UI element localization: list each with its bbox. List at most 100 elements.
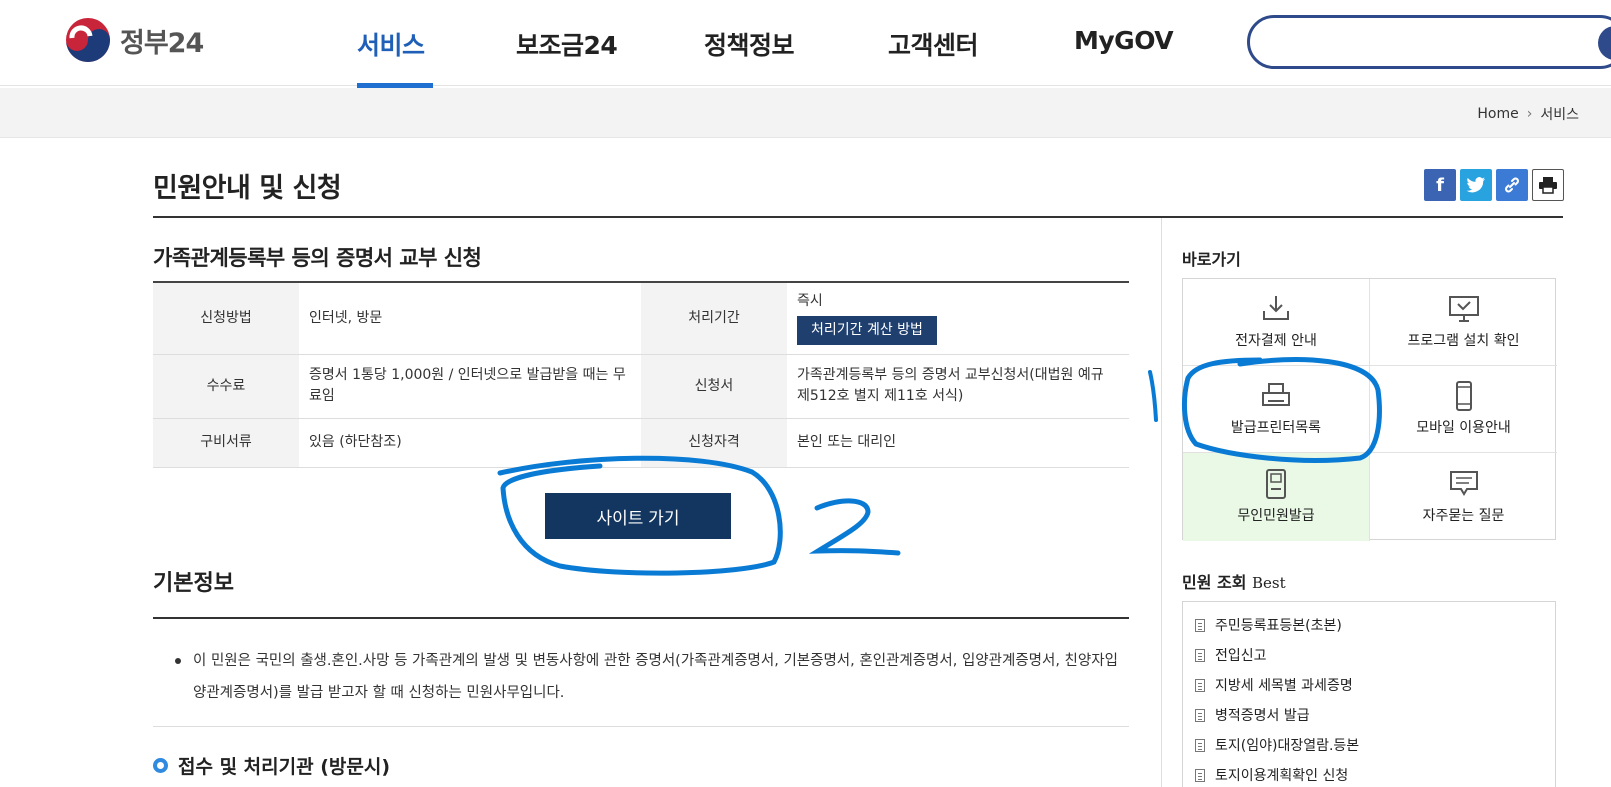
qualification-label: 신청자격 [641, 418, 787, 468]
basic-info-title: 기본정보 [153, 571, 234, 596]
service-info-table: 신청방법 인터넷, 방문 처리기간 즉시 처리기간 계산 방법 수수료 증명서 … [153, 281, 1129, 468]
basic-info-text: 이 민원은 국민의 출생.혼인.사망 등 가족관계의 발생 및 변동사항에 관한… [175, 645, 1125, 709]
chain-link-icon [1505, 177, 1519, 193]
quick-label: 모바일 이용안내 [1416, 420, 1511, 436]
best-title-en: Best [1252, 574, 1286, 592]
best-item-label: 전입신고 [1215, 648, 1267, 664]
quick-kiosk[interactable]: 무인민원발급 [1183, 453, 1370, 541]
breadcrumb-bar: Home › 서비스 [0, 88, 1611, 138]
table-row: 신청방법 인터넷, 방문 처리기간 즉시 처리기간 계산 방법 [153, 282, 1129, 355]
list-item[interactable]: 토지이용계획확인 신청 [1195, 760, 1543, 787]
period-label: 처리기간 [641, 282, 787, 355]
sidebar-divider [1161, 218, 1162, 787]
mobile-icon [1455, 381, 1472, 411]
section-divider [153, 726, 1129, 727]
document-icon [1195, 678, 1205, 692]
list-item[interactable]: 주민등록표등본(초본) [1195, 610, 1543, 640]
table-row: 수수료 증명서 1통당 1,000원 / 인터넷으로 발급받을 때는 무료임 신… [153, 354, 1129, 419]
global-header: 정부24 서비스 보조금24 정책정보 고객센터 MyGOV [0, 0, 1611, 88]
table-row: 구비서류 있음 (하단참조) 신청자격 본인 또는 대리인 [153, 418, 1129, 468]
site-logo[interactable]: 정부24 [64, 16, 204, 64]
best-item-label: 병적증명서 발급 [1215, 708, 1310, 724]
period-cell: 즉시 처리기간 계산 방법 [787, 282, 1129, 355]
fee-label: 수수료 [153, 354, 299, 419]
fee-value: 증명서 1통당 1,000원 / 인터넷으로 발급받을 때는 무료임 [299, 354, 641, 419]
menu-service[interactable]: 서비스 [357, 26, 425, 62]
menu-subsidy[interactable]: 보조금24 [516, 26, 618, 62]
link-icon[interactable] [1496, 169, 1528, 201]
quick-printer-list[interactable]: 발급프린터목록 [1183, 366, 1370, 453]
go-to-site-button[interactable]: 사이트 가기 [545, 493, 731, 539]
monitor-icon [1448, 296, 1479, 322]
quick-label: 자주묻는 질문 [1422, 508, 1505, 524]
basic-info-divider [153, 617, 1129, 619]
quick-program-check[interactable]: 프로그램 설치 확인 [1370, 279, 1557, 366]
best-item-label: 지방세 세목별 과세증명 [1215, 678, 1353, 694]
document-icon [1195, 708, 1205, 722]
method-label: 신청방법 [153, 282, 299, 355]
chevron-right-icon: › [1526, 106, 1533, 122]
facebook-icon[interactable]: f [1424, 169, 1456, 201]
document-icon [1195, 618, 1205, 632]
circle-bullet-icon [153, 758, 168, 773]
annotation-mark-2 [808, 498, 901, 556]
page-title: 민원안내 및 신청 [153, 173, 342, 204]
print-icon[interactable] [1532, 169, 1564, 201]
quick-label: 전자결제 안내 [1235, 333, 1317, 349]
annotation-mark-1 [1148, 370, 1158, 422]
twitter-bird-icon [1466, 177, 1485, 193]
menu-policy[interactable]: 정책정보 [704, 26, 795, 62]
logo-text: 정부24 [120, 27, 204, 59]
form-label: 신청서 [641, 354, 787, 419]
title-divider [153, 216, 1563, 218]
kiosk-icon [1266, 469, 1286, 499]
document-icon [1195, 648, 1205, 662]
chat-icon [1449, 471, 1478, 496]
share-buttons: f [1424, 169, 1564, 201]
list-item[interactable]: 전입신고 [1195, 640, 1543, 670]
best-list: 주민등록표등본(초본) 전입신고 지방세 세목별 과세증명 병적증명서 발급 토… [1182, 601, 1556, 787]
quick-links-title: 바로가기 [1182, 250, 1241, 269]
quick-faq[interactable]: 자주묻는 질문 [1370, 453, 1557, 541]
best-title-ko: 민원 조회 [1182, 573, 1247, 592]
best-item-label: 주민등록표등본(초본) [1215, 618, 1342, 634]
reception-title: 접수 및 처리기관 (방문시) [178, 756, 391, 778]
service-title: 가족관계등록부 등의 증명서 교부 신청 [153, 246, 482, 270]
document-icon [1195, 738, 1205, 752]
search-box [1247, 15, 1611, 69]
list-item[interactable]: 토지(임야)대장열람.등본 [1195, 730, 1543, 760]
quick-label: 발급프린터목록 [1230, 420, 1322, 436]
menu-mygov[interactable]: MyGOV [1074, 26, 1174, 55]
docs-label: 구비서류 [153, 418, 299, 468]
breadcrumb: Home › 서비스 [1477, 104, 1579, 124]
best-title: 민원 조회 Best [1182, 569, 1286, 593]
period-value: 즉시 [797, 293, 823, 310]
taegeuk-logo-icon [66, 18, 110, 62]
quick-label: 프로그램 설치 확인 [1407, 333, 1520, 349]
quick-links-grid: 전자결제 안내 프로그램 설치 확인 발급프린터목록 모바일 이용안내 무인민원… [1182, 278, 1557, 541]
list-item[interactable]: 지방세 세목별 과세증명 [1195, 670, 1543, 700]
printer-glyph-icon [1539, 177, 1557, 194]
breadcrumb-current[interactable]: 서비스 [1540, 104, 1579, 124]
bullet-icon [175, 658, 181, 664]
quick-payment-guide[interactable]: 전자결제 안내 [1183, 279, 1370, 366]
search-button[interactable] [1598, 26, 1611, 60]
period-calc-button[interactable]: 처리기간 계산 방법 [797, 316, 937, 346]
list-item[interactable]: 병적증명서 발급 [1195, 700, 1543, 730]
method-value: 인터넷, 방문 [299, 282, 641, 355]
menu-customer-center[interactable]: 고객센터 [888, 26, 979, 62]
qualification-value: 본인 또는 대리인 [787, 418, 1129, 468]
document-icon [1195, 768, 1205, 782]
breadcrumb-home[interactable]: Home [1477, 106, 1518, 122]
quick-label: 무인민원발급 [1237, 508, 1315, 524]
twitter-icon[interactable] [1460, 169, 1492, 201]
search-input[interactable] [1270, 28, 1570, 56]
best-item-label: 토지이용계획확인 신청 [1215, 768, 1349, 784]
quick-mobile-guide[interactable]: 모바일 이용안내 [1370, 366, 1557, 453]
best-item-label: 토지(임야)대장열람.등본 [1215, 738, 1360, 754]
download-icon [1263, 296, 1289, 320]
docs-value: 있음 (하단참조) [299, 418, 641, 468]
printer-icon [1262, 383, 1290, 406]
basic-info-paragraph: 이 민원은 국민의 출생.혼인.사망 등 가족관계의 발생 및 변동사항에 관한… [193, 653, 1118, 701]
form-value[interactable]: 가족관계등록부 등의 증명서 교부신청서(대법원 예규 제512호 별지 제11… [787, 354, 1129, 419]
